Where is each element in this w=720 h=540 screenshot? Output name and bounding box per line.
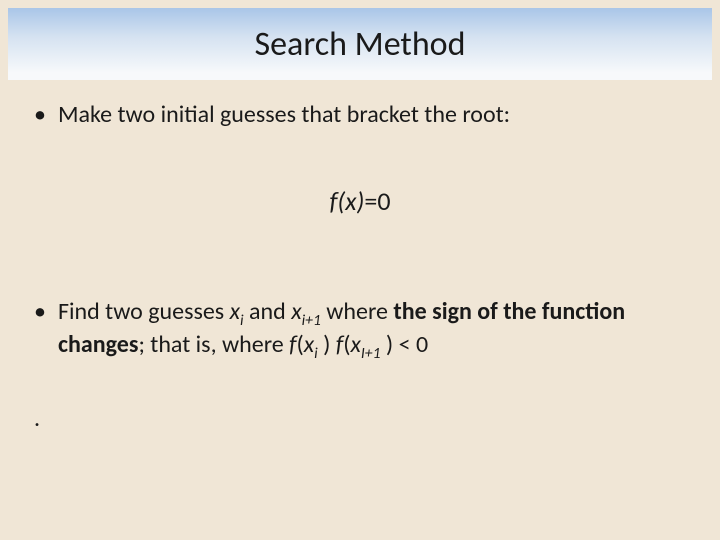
t: i+1 [302, 311, 321, 330]
t: where [321, 297, 394, 326]
equation-eq: =0 [364, 185, 390, 217]
t: ; that is, where [138, 330, 289, 359]
bullet-dot-icon: • [30, 100, 58, 130]
equation-fx: f(x) [329, 185, 364, 217]
equation: f(x)=0 [30, 185, 690, 217]
t: I+1 [361, 344, 381, 363]
content-area: • Make two initial guesses that bracket … [30, 100, 690, 433]
t: x [304, 330, 314, 359]
slide: Search Method • Make two initial guesses… [0, 0, 720, 540]
t: ( [296, 330, 303, 359]
t: x [350, 330, 360, 359]
t: ) [380, 330, 393, 359]
t: and [244, 297, 292, 326]
t: x [230, 297, 240, 326]
title-bar: Search Method [8, 8, 712, 80]
t: < 0 [393, 330, 428, 359]
slide-title: Search Method [255, 24, 466, 65]
t: ) [318, 330, 331, 359]
bullet-1: • Make two initial guesses that bracket … [30, 100, 690, 130]
bullet-2-text: Find two guesses xi and xi+1 where the s… [58, 297, 690, 364]
lone-period: . [34, 404, 690, 433]
bullet-1-text: Make two initial guesses that bracket th… [58, 100, 690, 130]
bullet-dot-icon: • [30, 297, 58, 327]
t: Find two guesses [58, 297, 230, 326]
t: x [291, 297, 301, 326]
bullet-2: • Find two guesses xi and xi+1 where the… [30, 297, 690, 364]
